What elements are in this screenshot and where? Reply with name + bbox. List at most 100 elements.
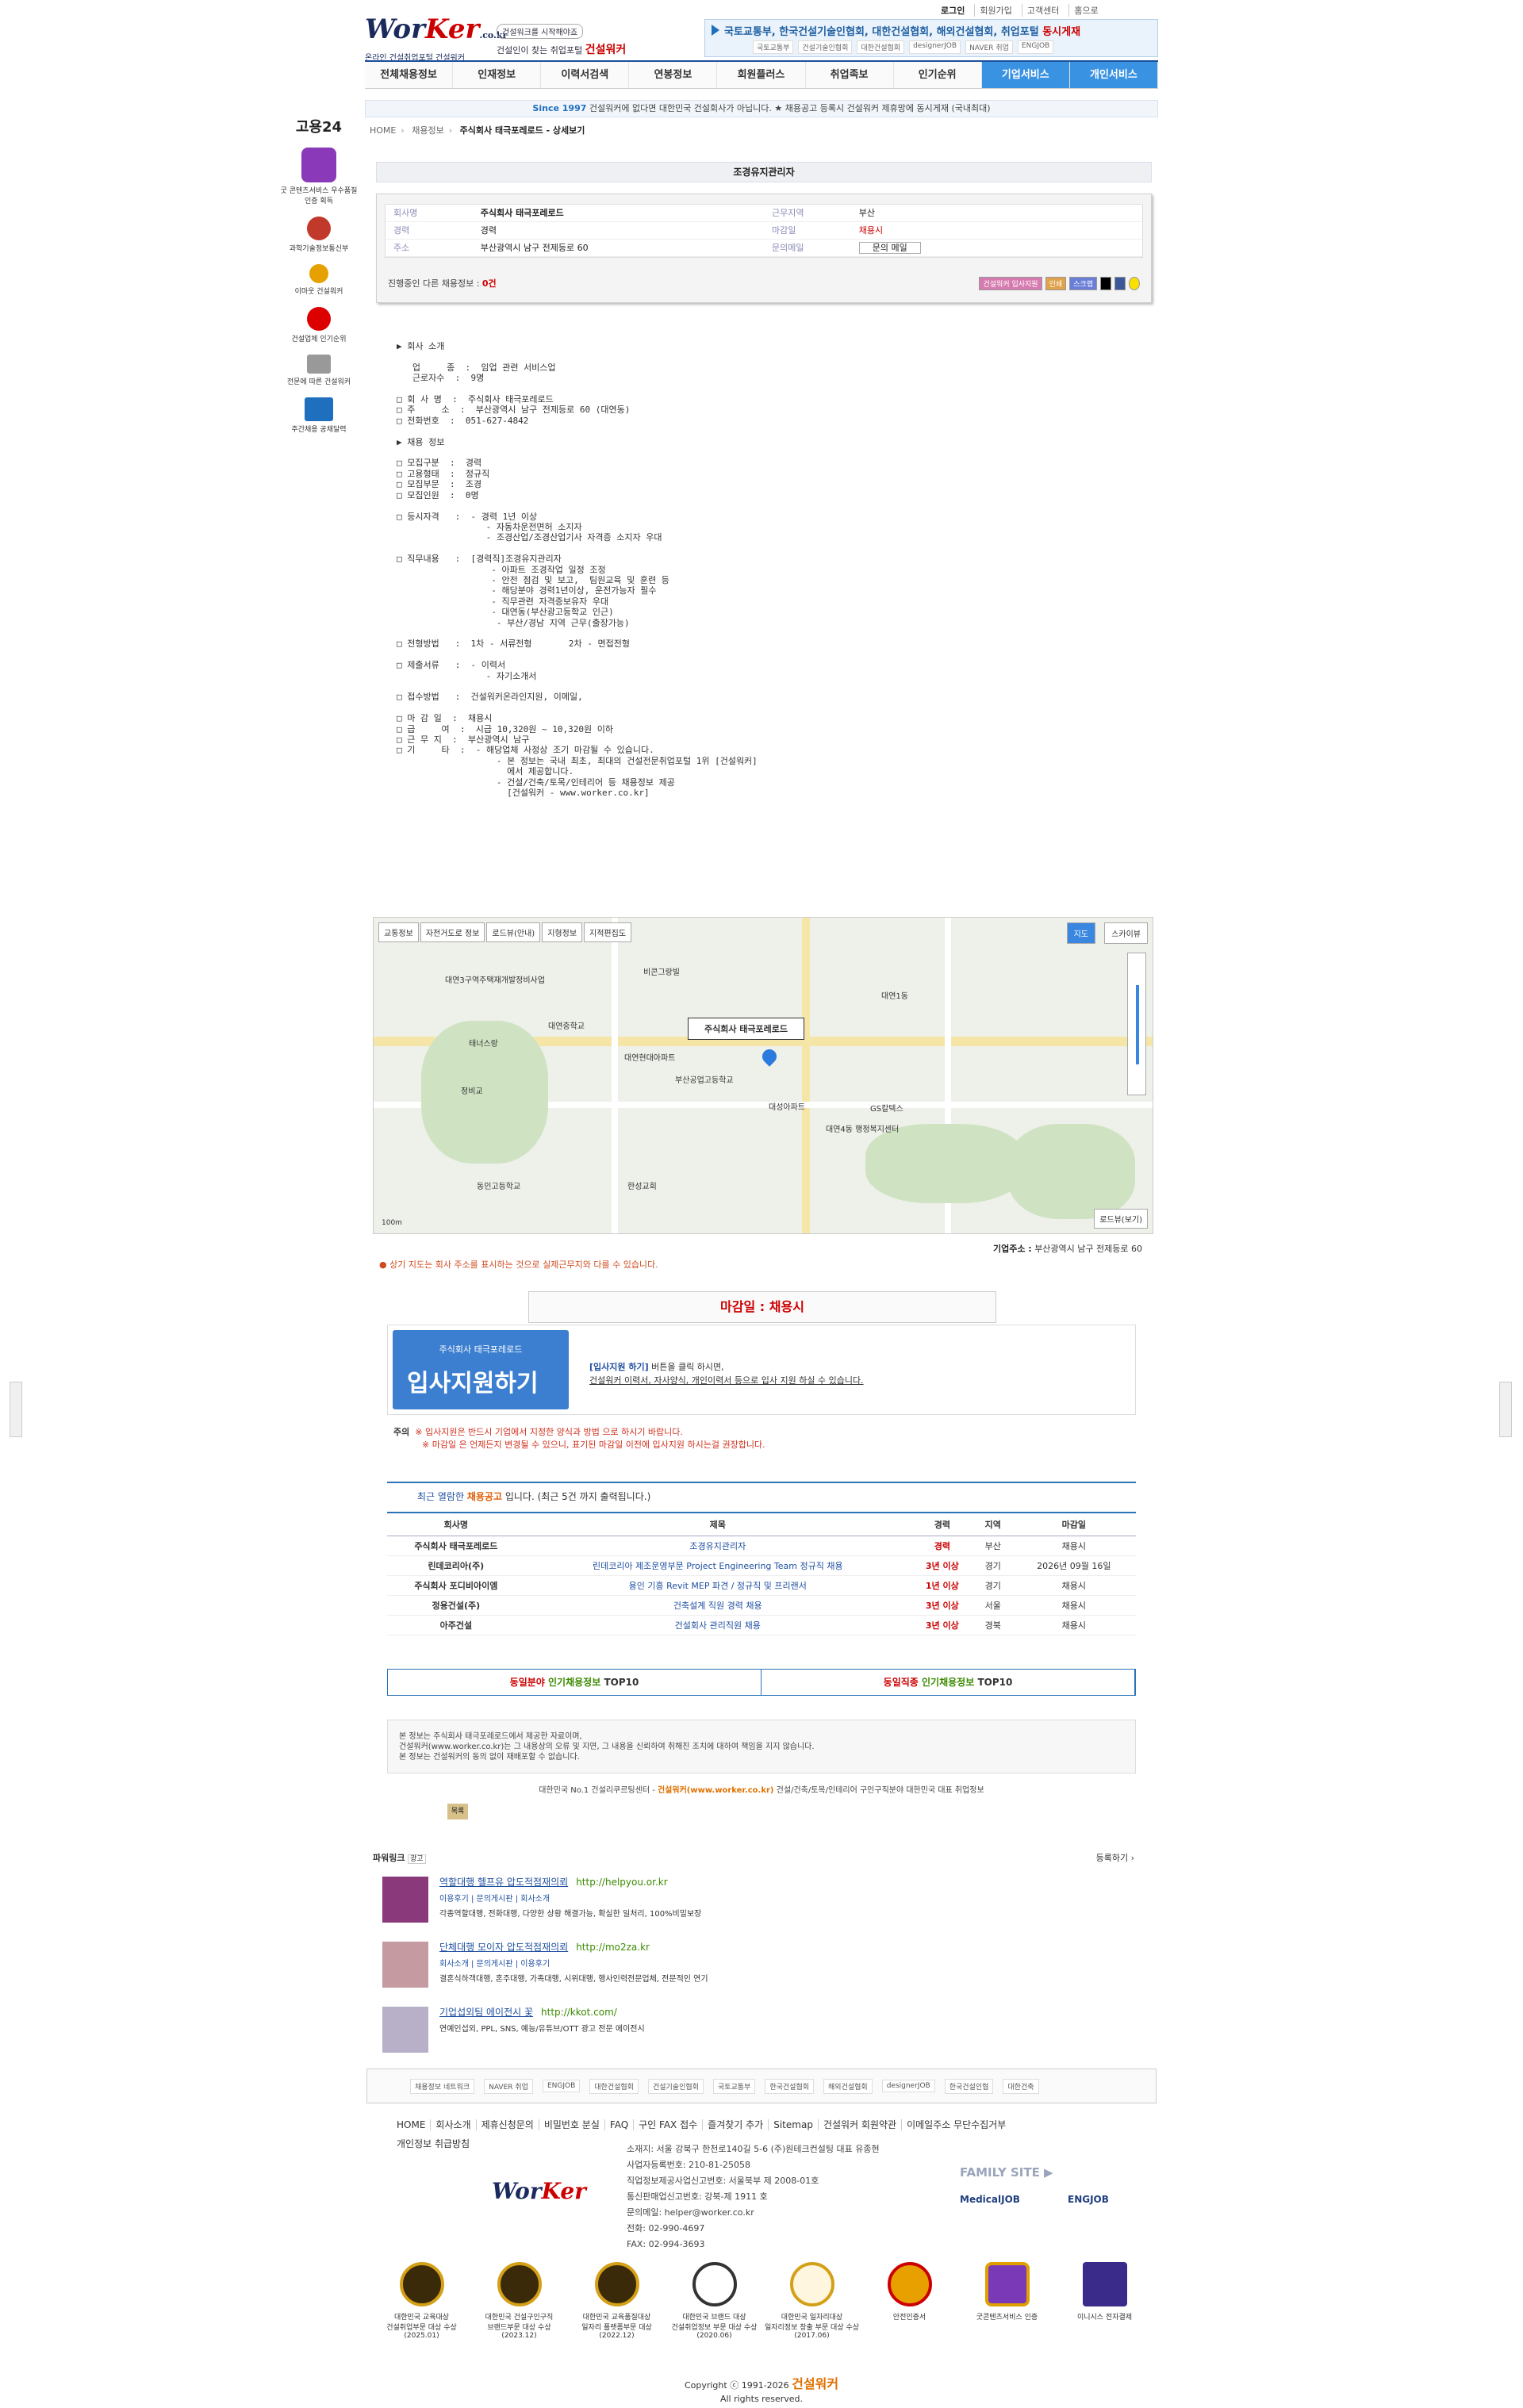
news-ad[interactable]: 전문에 따른 건설워커 [279, 355, 359, 386]
privacy-link[interactable]: 개인정보 취급방침 [397, 2137, 470, 2150]
award-badge: 대한민국 교육대상 건설취업부문 대상 수상 (2025.01) [373, 2262, 470, 2340]
partner-logo[interactable]: 대한건축 [1003, 2078, 1039, 2094]
list-button[interactable]: 목록 [447, 1804, 468, 1819]
family-engjob[interactable]: ENGJOB [1068, 2194, 1109, 2205]
footer-link[interactable]: 비밀번호 분실 [538, 2119, 604, 2130]
footer-link[interactable]: Sitemap [768, 2119, 818, 2130]
scrap-button[interactable]: 스크랩 [1069, 277, 1097, 290]
partner-logo[interactable]: 대한건설협회 [589, 2078, 639, 2094]
location-map[interactable]: 대연1동 대연중학교 대연현대아파트 부산공업고등학교 대성아파트 GS칼텍스 … [373, 917, 1153, 1234]
award-badge: 대한민국 일자리대상 일자리정보 창출 부문 대상 수상 (2017.06) [763, 2262, 861, 2340]
crumb-current: 주식회사 태극포레로드 - 상세보기 [459, 125, 585, 136]
nav-all-jobs[interactable]: 전체채용정보 [365, 62, 454, 88]
warning-icon: ● [379, 1260, 387, 1270]
tab-same-field-top10[interactable]: 동일분야 인기채용정보 TOP10 [388, 1670, 762, 1695]
map-pin-icon[interactable] [759, 1046, 780, 1067]
nav-member-plus[interactable]: 회원플러스 [717, 62, 806, 88]
nav-corporate[interactable]: 기업서비스 [981, 62, 1070, 88]
trophy-ad[interactable]: 이마웃 건설워커 [279, 264, 359, 296]
right-side-arrow[interactable] [1499, 1382, 1512, 1437]
footer-link[interactable]: 구인 FAX 접수 [633, 2119, 703, 2130]
apply-section: 주식회사 태극포레로드 입사지원하기 [입사지원 하기] 버튼을 클릭 하시면,… [387, 1325, 1136, 1415]
login-link[interactable]: 로그인 [936, 4, 969, 17]
share-facebook-icon[interactable] [1114, 277, 1126, 290]
nav-job-tips[interactable]: 취업족보 [806, 62, 894, 88]
footer-link[interactable]: 건설워커 회원약관 [817, 2119, 902, 2130]
share-kakao-icon[interactable] [1129, 277, 1140, 290]
roadview-button[interactable]: 로드뷰(보기) [1094, 1209, 1148, 1229]
apply-description: [입사지원 하기] 버튼을 클릭 하시면, 건설워커 이력서, 자사양식, 개인… [589, 1362, 864, 1386]
partner-network: 채용정보 네트워크 NAVER 취업 ENGJOB 대한건설협회 건설기술인협회… [366, 2069, 1157, 2103]
footer-link[interactable]: 이메일주소 무단수집거부 [901, 2119, 1011, 2130]
table-row[interactable]: 린데코리아(주) 린데코리아 제조운영부문 Project Engineering… [387, 1555, 1136, 1576]
footer-link[interactable]: HOME [392, 2119, 430, 2130]
awards: 대한민국 교육대상 건설취업부문 대상 수상 (2025.01) 대한민국 건설구인… [373, 2262, 1158, 2340]
family-medicaljob[interactable]: MedicalJOB [960, 2194, 1020, 2205]
table-row[interactable]: 주식회사 태극포레로드 조경유지관리자 경력 부산 채용시 [387, 1536, 1136, 1556]
left-side-arrow[interactable] [10, 1382, 22, 1437]
partner-logo[interactable]: 채용정보 네트워크 [410, 2078, 475, 2094]
nav-talent[interactable]: 인재정보 [453, 62, 542, 88]
support-link[interactable]: 고객센터 [1021, 4, 1064, 17]
list-item[interactable]: 기업섭외팀 에이전시 꽃 http://kkot.com/ 연예인섭외, PPL,… [373, 2000, 1158, 2065]
zoom-control[interactable] [1127, 953, 1146, 1095]
work24-ad[interactable]: 고용24 [279, 116, 359, 136]
table-row[interactable]: 아주건설 건설회사 관리직원 채용 3년 이상 경북 채용시 [387, 1615, 1136, 1635]
bike-road-button[interactable]: 자전거도로 정보 [420, 922, 485, 942]
footer-link[interactable]: 회사소개 [430, 2119, 476, 2130]
cadastral-button[interactable]: 지적편집도 [584, 922, 632, 942]
footer-link[interactable]: 제휴신청문의 [475, 2119, 539, 2130]
partner-logo[interactable]: designerJOB [881, 2080, 935, 2092]
list-item[interactable]: 단체대행 모이자 압도적점재의뢰 http://mo2za.kr 회사소개 | 문… [373, 1935, 1158, 2000]
col-career: 경력 [910, 1512, 974, 1536]
award-badge: 대한민국 건설구인구직 브랜드부문 대상 수상 (2023.12) [470, 2262, 568, 2340]
family-site-title[interactable]: FAMILY SITE ▶ [960, 2165, 1053, 2180]
nav-resume-search[interactable]: 이력서검색 [541, 62, 630, 88]
banner-logo: 대한건설협회 [857, 40, 905, 54]
map-company-label: 주식회사 태극포레로드 [688, 1018, 805, 1040]
table-row[interactable]: 주식회사 포디비아이엠 용인 기흥 Revit MEP 파견 / 정규직 및 프리… [387, 1575, 1136, 1596]
skyview-button[interactable]: 스카이뷰 [1104, 922, 1148, 944]
partner-logo[interactable]: 건설기술인협회 [647, 2078, 704, 2094]
site-logo[interactable]: WorKer.co.kr 온라인 건설취업포털 건설워커 [365, 14, 507, 63]
map-view-button[interactable]: 지도 [1066, 922, 1095, 944]
nav-personal[interactable]: 개인서비스 [1069, 62, 1158, 88]
calendar-ad[interactable]: 주간채용 공채달력 [279, 397, 359, 434]
apply-small-button[interactable]: 건설워커 입사지원 [979, 277, 1042, 290]
terrain-button[interactable]: 지형정보 [542, 922, 583, 942]
copyright: Copyright ⓒ 1991-2026 건설워커 [684, 2376, 839, 2391]
other-jobs[interactable]: 진행중인 다른 채용정보 : 0건 [388, 277, 497, 289]
table-row[interactable]: 정용건설(주) 건축설계 직원 경력 채용 3년 이상 서울 채용시 [387, 1595, 1136, 1616]
nav-ranking[interactable]: 인기순위 [894, 62, 982, 88]
partner-logo[interactable]: 한국건설협회 [765, 2078, 815, 2094]
list-item[interactable]: 역할대행 헬프유 압도적점재의뢰 http://helpyou.or.kr 이용후… [373, 1870, 1158, 1935]
traffic-button[interactable]: 교통정보 [378, 922, 419, 942]
partner-logo[interactable]: 한국건설인협 [944, 2078, 994, 2094]
ministry-ad[interactable]: 과학기술정보통신부 [279, 217, 359, 253]
home-link[interactable]: 홈으로 [1068, 4, 1103, 17]
ranking-ad[interactable]: 건설업체 인기순위 [279, 307, 359, 343]
share-x-icon[interactable] [1100, 277, 1111, 290]
tab-same-job-top10[interactable]: 동일직종 인기채용정보 TOP10 [762, 1670, 1135, 1695]
apply-button[interactable]: 주식회사 태극포레로드 입사지원하기 [393, 1330, 569, 1409]
inquiry-mail-button[interactable]: 문의 메일 [858, 242, 921, 254]
footer-link[interactable]: FAQ [604, 2119, 634, 2130]
partner-logo[interactable]: ENGJOB [542, 2080, 581, 2092]
partner-logo[interactable]: 해외건설협회 [823, 2078, 873, 2094]
roadview-guide-button[interactable]: 로드뷰(안내) [486, 922, 541, 942]
good-content-ad[interactable]: 굿 콘텐츠서비스 우수품질인증 획득 [279, 148, 359, 205]
job-title: 조경유지관리자 [376, 162, 1152, 182]
partner-banner[interactable]: 국토교통부, 한국건설기술인협회, 대한건설협회, 해외건설협회, 취업포털 동… [704, 19, 1158, 57]
print-button[interactable]: 인쇄 [1045, 277, 1067, 290]
footer-link[interactable]: 즐겨찾기 추가 [702, 2119, 769, 2130]
footer-company-info: 소재지: 서울 강북구 한천로140길 5-6 (주)원테크컨설팅 대표 유종현… [627, 2144, 880, 2249]
signup-link[interactable]: 회원가입 [974, 4, 1016, 17]
partner-logo[interactable]: 국토교통부 [712, 2078, 756, 2094]
breadcrumb: HOME › 채용정보 › 주식회사 태극포레로드 - 상세보기 [370, 125, 585, 136]
crumb-home[interactable]: HOME [370, 125, 396, 136]
partner-logo[interactable]: NAVER 취업 [484, 2078, 533, 2094]
nav-salary[interactable]: 연봉정보 [629, 62, 718, 88]
job-action-buttons: 건설워커 입사지원 인쇄 스크랩 [979, 277, 1140, 290]
register-link[interactable]: 등록하기 › [1096, 1851, 1134, 1864]
crumb-jobs[interactable]: 채용정보 [412, 125, 443, 136]
